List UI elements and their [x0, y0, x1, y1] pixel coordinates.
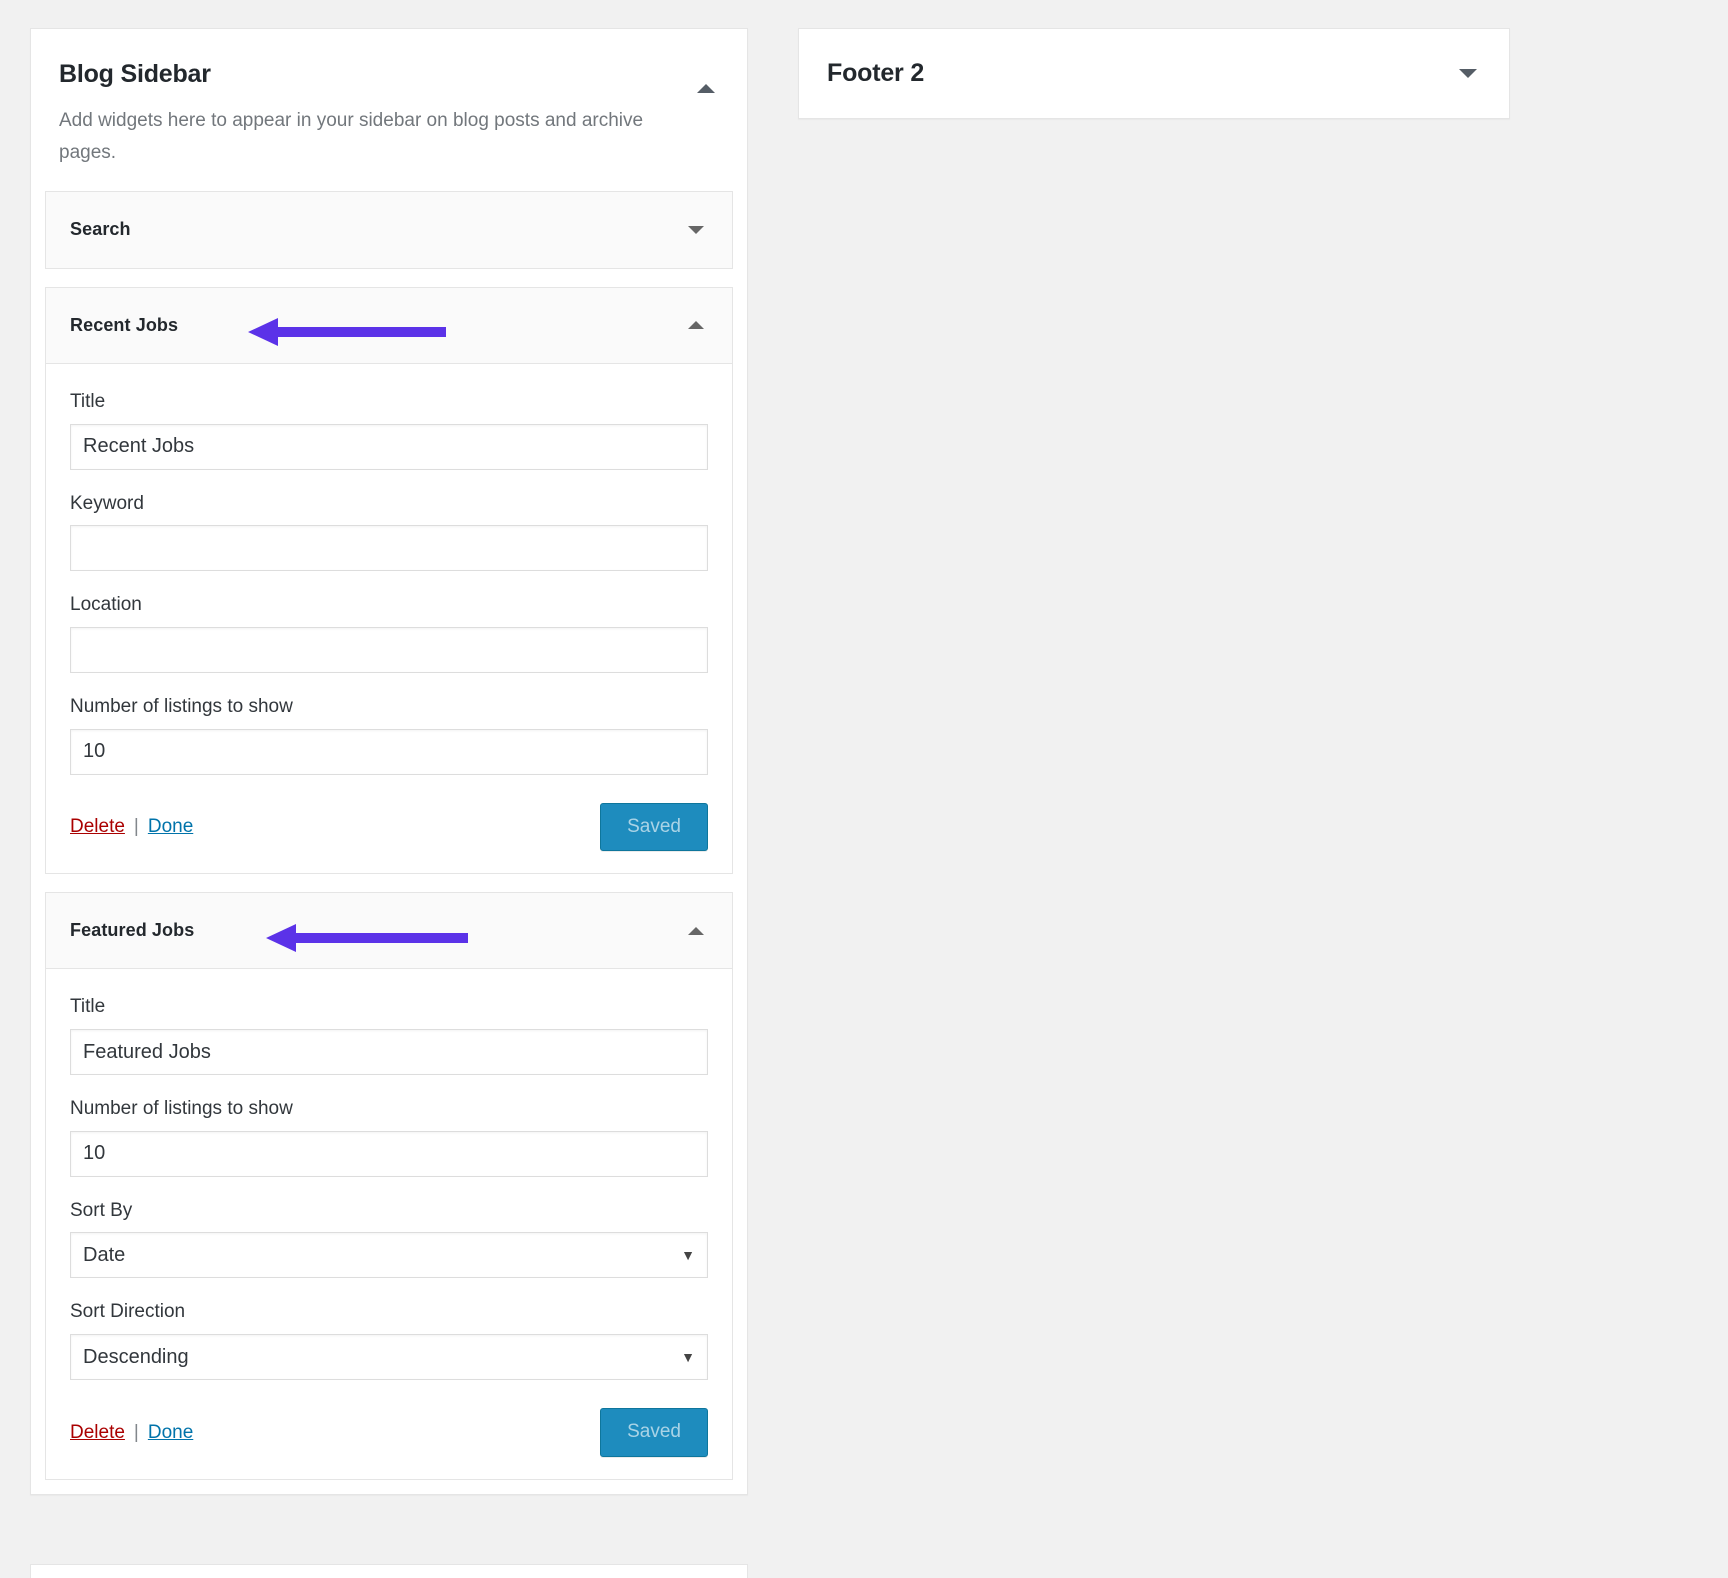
title-input[interactable]: [70, 1029, 708, 1075]
location-input[interactable]: [70, 627, 708, 673]
action-links: Delete | Done: [70, 1422, 193, 1444]
sort-direction-select-wrap: ▼: [70, 1334, 708, 1380]
done-link[interactable]: Done: [148, 816, 193, 838]
blog-sidebar-panel: Blog Sidebar Add widgets here to appear …: [30, 28, 748, 1495]
page-title: Blog Sidebar: [59, 59, 719, 89]
field-number-of-listings: Number of listings to show: [70, 695, 708, 775]
field-sort-direction: Sort Direction ▼: [70, 1300, 708, 1380]
left-column: Blog Sidebar Add widgets here to appear …: [30, 28, 748, 1495]
caret-up-icon[interactable]: [682, 917, 710, 945]
field-title: Title: [70, 390, 708, 470]
footer-2-panel: Footer 2: [798, 28, 1510, 119]
field-keyword-label: Keyword: [70, 492, 708, 517]
widget-featured-jobs-actions: Delete | Done Saved: [70, 1402, 708, 1457]
widget-recent-jobs-body: Title Keyword Location Number of: [46, 364, 732, 874]
caret-down-glyph: [1459, 69, 1477, 78]
number-of-listings-input[interactable]: [70, 1131, 708, 1177]
widget-search-header[interactable]: Search: [46, 192, 732, 268]
field-keyword: Keyword: [70, 492, 708, 572]
blog-sidebar-header: Blog Sidebar Add widgets here to appear …: [31, 29, 747, 191]
delete-link[interactable]: Delete: [70, 816, 125, 838]
caret-up-glyph: [697, 84, 715, 93]
field-location: Location: [70, 593, 708, 673]
widget-recent-jobs-title: Recent Jobs: [70, 315, 178, 336]
action-links: Delete | Done: [70, 816, 193, 838]
field-sort-by-label: Sort By: [70, 1199, 708, 1224]
blog-sidebar-description: Add widgets here to appear in your sideb…: [59, 105, 659, 169]
field-number-of-listings-label: Number of listings to show: [70, 1097, 708, 1122]
widget-featured-jobs-body: Title Number of listings to show Sort By: [46, 969, 732, 1479]
field-number-of-listings-label: Number of listings to show: [70, 695, 708, 720]
delete-link[interactable]: Delete: [70, 1422, 125, 1444]
keyword-input[interactable]: [70, 525, 708, 571]
save-button[interactable]: Saved: [600, 803, 708, 852]
sort-by-select-wrap: ▼: [70, 1232, 708, 1278]
field-sort-by: Sort By ▼: [70, 1199, 708, 1279]
done-link[interactable]: Done: [148, 1422, 193, 1444]
caret-up-icon[interactable]: [682, 311, 710, 339]
number-of-listings-input[interactable]: [70, 729, 708, 775]
annotation-arrow-icon: [242, 316, 448, 334]
field-title-label: Title: [70, 995, 708, 1020]
caret-up-icon[interactable]: [691, 73, 721, 103]
caret-down-icon[interactable]: [682, 216, 710, 244]
widget-featured-jobs-header[interactable]: Featured Jobs: [46, 893, 732, 969]
footer-2-title: Footer 2: [827, 59, 924, 88]
save-button[interactable]: Saved: [600, 1408, 708, 1457]
sort-by-select[interactable]: [70, 1232, 708, 1278]
link-separator: |: [134, 816, 139, 838]
widget-recent-jobs: Recent Jobs Title: [45, 287, 733, 875]
field-location-label: Location: [70, 593, 708, 618]
title-input[interactable]: [70, 424, 708, 470]
widget-featured-jobs: Featured Jobs Title: [45, 892, 733, 1480]
sort-direction-select[interactable]: [70, 1334, 708, 1380]
widget-search: Search: [45, 191, 733, 269]
widget-featured-jobs-title: Featured Jobs: [70, 920, 194, 941]
widget-recent-jobs-actions: Delete | Done Saved: [70, 797, 708, 852]
right-column: Footer 2: [798, 28, 1510, 119]
field-sort-direction-label: Sort Direction: [70, 1300, 708, 1325]
caret-down-glyph: [688, 226, 704, 234]
field-number-of-listings: Number of listings to show: [70, 1097, 708, 1177]
annotation-arrow-icon: [260, 922, 470, 940]
caret-up-glyph: [688, 321, 704, 329]
widgets-page: Blog Sidebar Add widgets here to appear …: [0, 0, 1728, 1495]
widget-search-title: Search: [70, 219, 131, 240]
caret-down-icon[interactable]: [1453, 59, 1483, 89]
field-title-label: Title: [70, 390, 708, 415]
link-separator: |: [134, 1422, 139, 1444]
field-title: Title: [70, 995, 708, 1075]
widget-recent-jobs-header[interactable]: Recent Jobs: [46, 288, 732, 364]
widget-list: Search Recent Jobs: [31, 191, 747, 1494]
caret-up-glyph: [688, 927, 704, 935]
